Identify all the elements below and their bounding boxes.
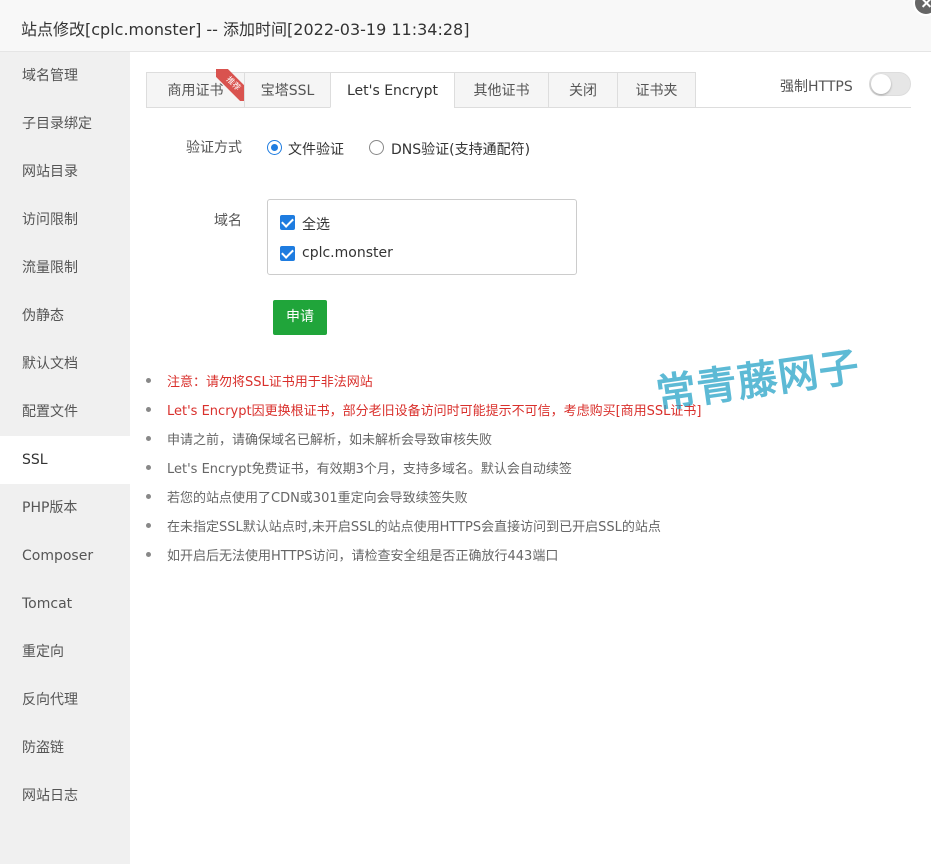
sidebar-item-reverse-proxy[interactable]: 反向代理: [0, 676, 130, 724]
verify-method-label: 验证方式: [186, 140, 242, 156]
select-all-label[interactable]: 全选: [302, 214, 330, 234]
sidebar-item-subdir[interactable]: 子目录绑定: [0, 100, 130, 148]
sidebar-item-php-version[interactable]: PHP版本: [0, 484, 130, 532]
force-https-label: 强制HTTPS: [780, 79, 853, 95]
sidebar-item-default-doc[interactable]: 默认文档: [0, 340, 130, 388]
dialog-titlebar: 站点修改[cplc.monster] -- 添加时间[2022-03-19 11…: [0, 0, 931, 52]
radio-dns-verify[interactable]: [369, 140, 384, 155]
sidebar-item-rewrite[interactable]: 伪静态: [0, 292, 130, 340]
sidebar-item-access-limit[interactable]: 访问限制: [0, 196, 130, 244]
domain-item-label[interactable]: cplc.monster: [302, 245, 393, 261]
sidebar-item-hotlink[interactable]: 防盗链: [0, 724, 130, 772]
force-https-toggle[interactable]: [869, 72, 911, 96]
sidebar-item-redirect[interactable]: 重定向: [0, 628, 130, 676]
ssl-panel: 商用证书 推荐 宝塔SSL Let's Encrypt 其他证书 关闭 证书夹 …: [130, 52, 931, 864]
site-settings-dialog: 站点修改[cplc.monster] -- 添加时间[2022-03-19 11…: [0, 0, 931, 864]
sidebar-item-config[interactable]: 配置文件: [0, 388, 130, 436]
sidebar-item-composer[interactable]: Composer: [0, 532, 130, 580]
sidebar: 域名管理 子目录绑定 网站目录 访问限制 流量限制 伪静态 默认文档 配置文件 …: [0, 52, 130, 864]
tab-cert-folder[interactable]: 证书夹: [617, 72, 696, 108]
domain-list: 全选 cplc.monster: [267, 199, 577, 275]
sidebar-item-site-dir[interactable]: 网站目录: [0, 148, 130, 196]
sidebar-item-site-log[interactable]: 网站日志: [0, 772, 130, 820]
sidebar-item-tomcat[interactable]: Tomcat: [0, 580, 130, 628]
dialog-title: 站点修改[cplc.monster] -- 添加时间[2022-03-19 11…: [21, 20, 470, 39]
checkbox-domain[interactable]: [280, 246, 295, 261]
radio-dns-verify-label[interactable]: DNS验证(支持通配符): [391, 139, 530, 159]
domain-label: 域名: [214, 213, 242, 229]
toggle-knob: [871, 74, 891, 94]
sidebar-item-ssl[interactable]: SSL: [0, 436, 130, 484]
tab-other-cert[interactable]: 其他证书: [454, 72, 549, 108]
watermark: 常青藤网子: [653, 343, 863, 419]
tab-lets-encrypt[interactable]: Let's Encrypt: [330, 72, 455, 108]
checkbox-select-all[interactable]: [280, 215, 295, 230]
radio-file-verify-label[interactable]: 文件验证: [288, 139, 344, 159]
radio-file-verify[interactable]: [267, 140, 282, 155]
tab-bt-ssl[interactable]: 宝塔SSL: [244, 72, 331, 108]
sidebar-item-traffic-limit[interactable]: 流量限制: [0, 244, 130, 292]
apply-button[interactable]: 申请: [273, 300, 327, 335]
tab-commercial-cert[interactable]: 商用证书 推荐: [146, 69, 248, 108]
tab-close[interactable]: 关闭: [548, 72, 618, 108]
sidebar-item-domain[interactable]: 域名管理: [0, 52, 130, 100]
